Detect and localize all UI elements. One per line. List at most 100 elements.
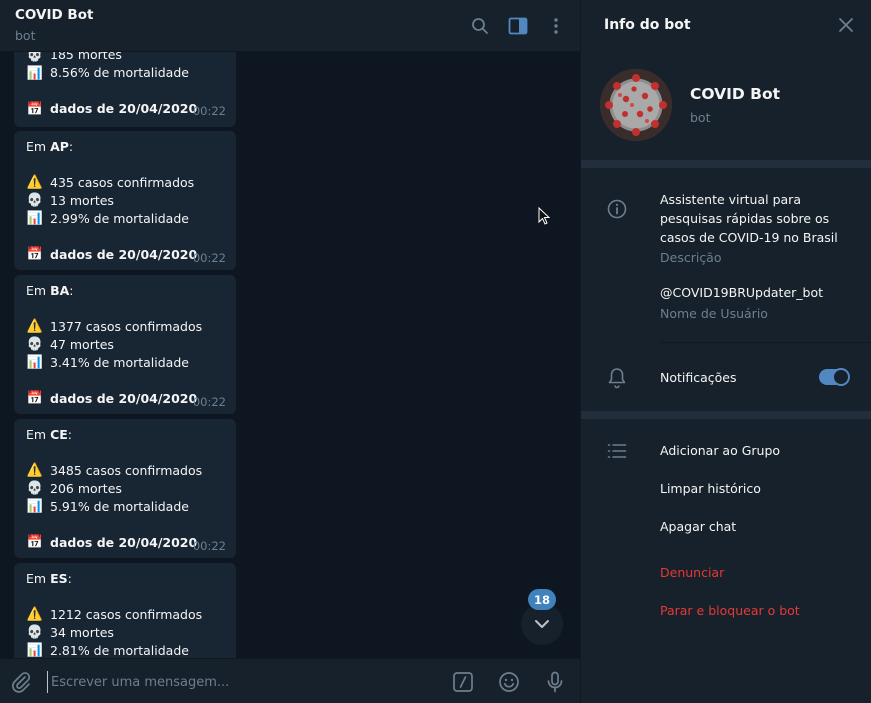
state-line: Em ES: <box>26 571 72 586</box>
warning-emoji: ⚠️ <box>26 462 44 478</box>
close-icon <box>839 18 853 32</box>
skull-emoji: 💀 <box>26 480 44 496</box>
voice-record-button[interactable] <box>542 669 568 695</box>
delete-chat-action[interactable]: Apagar chat <box>660 519 736 534</box>
mortality-text: 2.99% de mortalidade <box>50 211 189 226</box>
bot-name: COVID Bot <box>690 85 781 103</box>
search-icon <box>472 18 488 34</box>
bot-subtitle: bot <box>690 110 711 125</box>
list-icon-wrap <box>605 439 629 463</box>
bot-username[interactable]: @COVID19BRUpdater_bot <box>660 285 823 300</box>
cases-text: 435 casos confirmados <box>50 175 195 190</box>
cases-text: 1377 casos confirmados <box>50 319 203 334</box>
search-button[interactable] <box>467 13 493 39</box>
state-line: Em CE: <box>26 427 72 442</box>
emoji-icon <box>499 672 519 692</box>
chart-emoji: 📊 <box>26 354 44 370</box>
chat-title[interactable]: COVID Bot <box>15 7 93 23</box>
unread-badge: 18 <box>528 589 557 610</box>
warning-emoji: ⚠️ <box>26 606 44 622</box>
message-time: 00:22 <box>192 395 226 409</box>
notifications-label: Notificações <box>660 370 737 385</box>
username-label: Nome de Usuário <box>660 306 768 321</box>
skull-emoji: 💀 <box>26 52 44 63</box>
description-label: Descrição <box>660 250 722 265</box>
telegram-window: COVID Bot bot 💀 185 mortes 📊 8.56% de mo… <box>0 0 871 703</box>
chevron-down-icon <box>535 620 549 628</box>
attach-icon <box>12 672 31 693</box>
calendar-emoji: 📅 <box>26 390 44 406</box>
bot-command-icon <box>453 672 473 692</box>
bot-info-panel: Info do bot COVID Bot bot Assistente vir… <box>580 0 871 703</box>
section-divider <box>581 411 871 419</box>
deaths-text: 47 mortes <box>50 337 114 352</box>
composer-bar <box>0 658 580 703</box>
attach-button[interactable] <box>8 669 34 695</box>
bot-avatar[interactable] <box>600 69 672 141</box>
date-text: dados de 20/04/2020 <box>50 247 198 262</box>
chat-column: COVID Bot bot 💀 185 mortes 📊 8.56% de mo… <box>0 0 580 703</box>
bell-icon <box>608 368 626 389</box>
message-bubble[interactable]: Em BA: ⚠️ 1377 casos confirmados 💀 47 mo… <box>14 275 236 414</box>
skull-emoji: 💀 <box>26 192 44 208</box>
notifications-toggle[interactable] <box>819 368 850 386</box>
bell-icon-wrap <box>605 366 629 390</box>
deaths-text: 34 mortes <box>50 625 114 640</box>
mouse-cursor-icon <box>538 207 550 225</box>
cases-text: 1212 casos confirmados <box>50 607 203 622</box>
warning-emoji: ⚠️ <box>26 318 44 334</box>
info-icon-wrap <box>605 197 629 221</box>
state-line: Em AP: <box>26 139 74 154</box>
cases-text: 3485 casos confirmados <box>50 463 203 478</box>
report-action[interactable]: Denunciar <box>660 565 724 580</box>
info-icon <box>607 199 627 219</box>
message-bubble[interactable]: Em ES: ⚠️ 1212 casos confirmados 💀 34 mo… <box>14 563 236 658</box>
state-line: Em BA: <box>26 283 74 298</box>
chart-emoji: 📊 <box>26 642 44 658</box>
thin-divider <box>660 342 871 343</box>
sidebar-toggle-icon <box>508 17 528 35</box>
date-text: dados de 20/04/2020 <box>50 391 198 406</box>
mortality-text: 2.81% de mortalidade <box>50 643 189 658</box>
calendar-emoji: 📅 <box>26 101 44 117</box>
virus-image <box>600 69 672 141</box>
deaths-text: 206 mortes <box>50 481 122 496</box>
message-time: 00:22 <box>192 539 226 553</box>
message-input[interactable] <box>47 671 427 693</box>
calendar-emoji: 📅 <box>26 534 44 550</box>
date-text: dados de 20/04/2020 <box>50 535 198 550</box>
close-panel-button[interactable] <box>835 14 857 36</box>
more-vertical-icon <box>554 18 558 34</box>
chart-emoji: 📊 <box>26 498 44 514</box>
bot-description: Assistente virtual para pesquisas rápida… <box>660 192 838 245</box>
deaths-text: 13 mortes <box>50 193 114 208</box>
message-list[interactable]: 💀 185 mortes 📊 8.56% de mortalidade 📅 da… <box>0 52 580 658</box>
date-text: dados de 20/04/2020 <box>50 101 198 116</box>
message-bubble[interactable]: 💀 185 mortes 📊 8.56% de mortalidade 📅 da… <box>14 52 236 127</box>
clear-history-action[interactable]: Limpar histórico <box>660 481 761 496</box>
toggle-info-panel-button[interactable] <box>505 13 531 39</box>
chat-header[interactable]: COVID Bot bot <box>0 0 580 52</box>
emoji-button[interactable] <box>496 669 522 695</box>
mortality-text: 5.91% de mortalidade <box>50 499 189 514</box>
section-divider <box>581 160 871 168</box>
chart-emoji: 📊 <box>26 210 44 226</box>
mic-icon <box>547 671 563 693</box>
bot-commands-button[interactable] <box>450 669 476 695</box>
more-menu-button[interactable] <box>543 13 569 39</box>
chart-emoji: 📊 <box>26 65 44 81</box>
skull-emoji: 💀 <box>26 624 44 640</box>
mortality-text: 8.56% de mortalidade <box>50 65 189 80</box>
message-time: 00:22 <box>192 251 226 265</box>
add-to-group-action[interactable]: Adicionar ao Grupo <box>660 443 780 458</box>
panel-title: Info do bot <box>604 17 691 33</box>
message-time: 00:22 <box>192 104 226 118</box>
warning-emoji: ⚠️ <box>26 174 44 190</box>
deaths-text: 185 mortes <box>50 52 122 62</box>
message-bubble[interactable]: Em CE: ⚠️ 3485 casos confirmados 💀 206 m… <box>14 419 236 558</box>
skull-emoji: 💀 <box>26 336 44 352</box>
stop-and-block-bot-action[interactable]: Parar e bloquear o bot <box>660 603 800 618</box>
calendar-emoji: 📅 <box>26 246 44 262</box>
message-bubble[interactable]: Em AP: ⚠️ 435 casos confirmados 💀 13 mor… <box>14 131 236 270</box>
mortality-text: 3.41% de mortalidade <box>50 355 189 370</box>
